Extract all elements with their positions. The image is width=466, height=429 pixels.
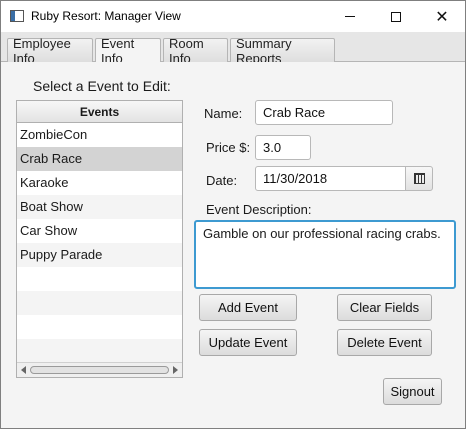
horizontal-scrollbar[interactable] <box>17 362 182 377</box>
tab-bar: Employee Info Event Info Room Info Summa… <box>1 32 465 66</box>
date-label: Date: <box>206 173 238 188</box>
delete-event-button[interactable]: Delete Event <box>337 329 432 356</box>
price-field[interactable]: 3.0 <box>255 135 311 160</box>
scroll-thumb[interactable] <box>30 366 169 374</box>
event-row-puppy-parade[interactable]: Puppy Parade <box>17 243 182 267</box>
name-field[interactable]: Crab Race <box>255 100 393 125</box>
title-bar: Ruby Resort: Manager View ✕ <box>1 1 465 32</box>
event-row-crab-race[interactable]: Crab Race <box>17 147 182 171</box>
empty-row <box>17 291 182 315</box>
add-event-button[interactable]: Add Event <box>199 294 297 321</box>
scroll-right-icon[interactable] <box>173 366 178 374</box>
minimize-icon <box>345 16 355 17</box>
events-column-header[interactable]: Events <box>17 101 182 123</box>
description-label: Event Description: <box>206 202 312 217</box>
tab-event-info[interactable]: Event Info <box>95 36 161 66</box>
event-row-karaoke[interactable]: Karaoke <box>17 171 182 195</box>
name-label: Name: <box>204 106 243 121</box>
scroll-left-icon[interactable] <box>21 366 26 374</box>
close-button[interactable]: ✕ <box>419 1 465 32</box>
signout-button[interactable]: Signout <box>383 378 442 405</box>
date-field[interactable]: 11/30/2018 <box>255 166 406 191</box>
manager-window: Ruby Resort: Manager View ✕ Employee Inf… <box>0 0 466 429</box>
event-row-car-show[interactable]: Car Show <box>17 219 182 243</box>
calendar-icon <box>413 172 425 184</box>
event-row-zombiecon[interactable]: ZombieCon <box>17 123 182 147</box>
description-textarea[interactable]: Gamble on our professional racing crabs. <box>194 220 456 289</box>
event-info-panel: Select a Event to Edit: Events ZombieCon… <box>1 62 465 428</box>
price-label: Price $: <box>206 140 251 155</box>
window-title: Ruby Resort: Manager View <box>31 9 181 23</box>
select-event-prompt: Select a Event to Edit: <box>33 78 171 94</box>
tab-employee-info[interactable]: Employee Info <box>7 36 93 66</box>
tab-summary-reports[interactable]: Summary Reports <box>230 36 335 66</box>
maximize-icon <box>391 11 401 22</box>
event-row-boat-show[interactable]: Boat Show <box>17 195 182 219</box>
minimize-button[interactable] <box>327 1 373 32</box>
update-event-button[interactable]: Update Event <box>199 329 297 356</box>
events-table[interactable]: Events ZombieCon Crab Race Karaoke Boat … <box>16 100 183 378</box>
empty-row <box>17 339 182 363</box>
clear-fields-button[interactable]: Clear Fields <box>337 294 432 321</box>
date-picker-button[interactable] <box>405 166 433 191</box>
app-window-icon <box>10 10 24 22</box>
maximize-button[interactable] <box>373 1 419 32</box>
empty-row <box>17 315 182 339</box>
tab-room-info[interactable]: Room Info <box>163 36 228 66</box>
empty-row <box>17 267 182 291</box>
close-icon: ✕ <box>435 6 449 26</box>
